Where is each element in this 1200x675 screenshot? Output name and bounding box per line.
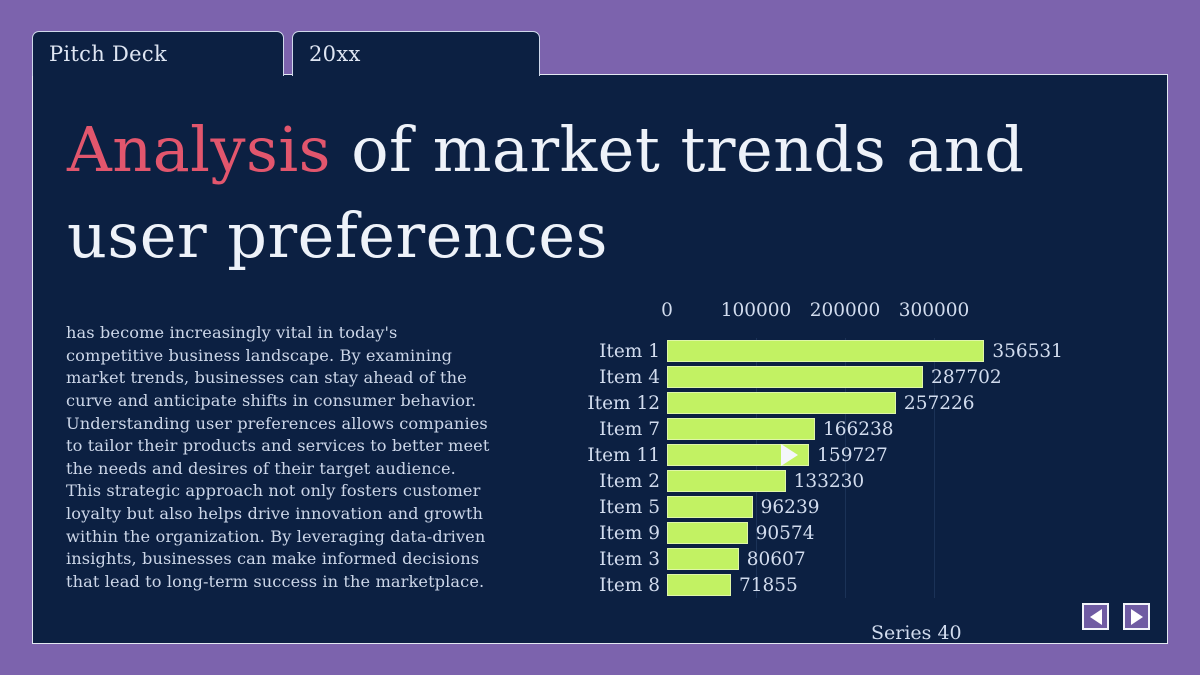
chart-legend-series-40: Series 40 [871, 622, 962, 644]
bar-category-label: Item 4 [599, 366, 660, 388]
bar-category-label: Item 12 [587, 392, 660, 414]
bar-row: Item 5 96239 [513, 494, 1143, 520]
next-slide-button[interactable] [1123, 603, 1150, 630]
bar-category-label: Item 2 [599, 470, 660, 492]
bar-category-label: Item 9 [599, 522, 660, 544]
bar-row: Item 2 133230 [513, 468, 1143, 494]
bar-row: Item 12 257226 [513, 390, 1143, 416]
chart-x-axis-ticks: 0 100000 200000 300000 [513, 300, 1143, 326]
x-axis-tick-0: 0 [661, 300, 673, 321]
bar-value-label: 287702 [931, 366, 1002, 388]
bar-row: Item 3 80607 [513, 546, 1143, 572]
bar-row: Item 1 356531 [513, 338, 1143, 364]
bar-rect [667, 522, 748, 544]
triangle-left-icon [1089, 608, 1102, 625]
bar-category-label: Item 5 [599, 496, 660, 518]
x-axis-tick-1: 100000 [720, 300, 792, 321]
bar-row: Item 11 159727 [513, 442, 1143, 468]
tab-pitch-deck-label: Pitch Deck [49, 42, 167, 66]
bar-category-label: Item 11 [587, 444, 660, 466]
x-axis-tick-3: 300000 [898, 300, 970, 321]
bar-row: Item 7 166238 [513, 416, 1143, 442]
previous-slide-button[interactable] [1082, 603, 1109, 630]
bar-value-label: 90574 [755, 522, 815, 544]
tab-pitch-deck[interactable]: Pitch Deck [32, 31, 284, 76]
bar-row: Item 4 287702 [513, 364, 1143, 390]
tab-year-label: 20xx [309, 42, 361, 66]
bar-rect [667, 574, 731, 596]
bar-rect [667, 366, 924, 388]
bar-category-label: Item 1 [599, 340, 660, 362]
slide-panel: Analysis of market trends and user prefe… [32, 74, 1168, 644]
chart-plot-area: Item 1 356531 Item 4 287702 Item 12 257226 Ite… [513, 338, 1143, 598]
bar-row: Item 8 71855 [513, 572, 1143, 598]
bar-rect [667, 444, 810, 466]
bar-row: Item 9 90574 [513, 520, 1143, 546]
slide-headline: Analysis of market trends and user prefe… [67, 107, 1127, 278]
bar-category-label: Item 8 [599, 574, 660, 596]
bar-category-label: Item 3 [599, 548, 660, 570]
bar-value-label: 356531 [992, 340, 1063, 362]
bar-rect [667, 548, 739, 570]
bar-rect [667, 418, 815, 440]
x-axis-tick-2: 200000 [809, 300, 881, 321]
bar-chart: 0 100000 200000 300000 Item 1 356531 Item 4 28… [513, 300, 1143, 643]
bar-value-label: 133230 [793, 470, 865, 492]
tab-strip: Pitch Deck 20xx [32, 30, 540, 76]
bar-rect [667, 392, 896, 414]
triangle-right-icon [1130, 608, 1143, 625]
bar-value-label: 80607 [746, 548, 806, 570]
slide-body-paragraph: has become increasingly vital in today's… [66, 323, 490, 591]
bar-value-label: 159727 [817, 444, 888, 466]
bar-value-label: 257226 [903, 392, 975, 414]
bar-rect [667, 340, 985, 362]
bar-rect [667, 496, 753, 518]
bar-value-label: 166238 [822, 418, 894, 440]
bar-value-label: 71855 [738, 574, 798, 596]
headline-accent-word: Analysis [67, 113, 331, 186]
bar-category-label: Item 7 [599, 418, 660, 440]
slide-navigation [1082, 603, 1150, 630]
bar-value-label: 96239 [760, 496, 820, 518]
tab-year[interactable]: 20xx [292, 31, 540, 76]
bar-rect [667, 470, 786, 492]
